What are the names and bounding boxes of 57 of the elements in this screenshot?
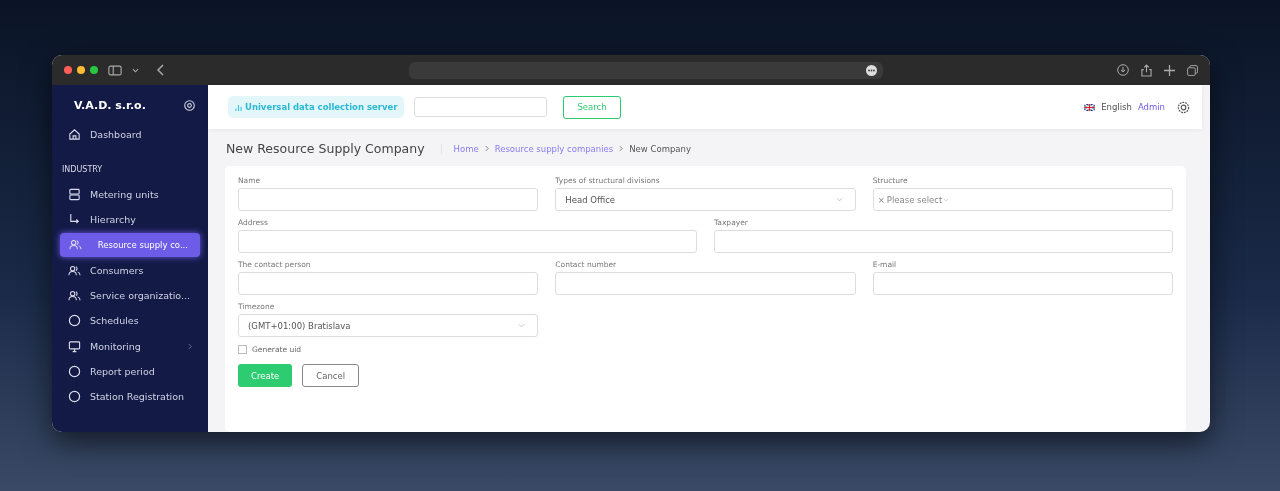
select-field[interactable]: (GMT+01:00) Bratislava	[238, 314, 539, 337]
target-icon[interactable]	[184, 100, 195, 111]
checkbox[interactable]	[238, 345, 247, 354]
users-icon	[68, 263, 81, 277]
sidebar-item[interactable]: Service organizatio...	[60, 283, 200, 308]
sidebar-item[interactable]: Metering units	[60, 182, 200, 207]
cancel-button[interactable]: Cancel	[302, 364, 360, 387]
server-badge: Universal data collection server	[228, 96, 405, 118]
input-field[interactable]	[238, 188, 539, 211]
chevron-down-icon	[835, 197, 843, 202]
server-icon	[68, 187, 81, 201]
tabs-icon[interactable]	[1187, 64, 1198, 76]
input-field[interactable]	[714, 230, 1173, 253]
users-icon	[68, 289, 81, 302]
back-icon[interactable]	[157, 64, 165, 76]
circle-icon	[68, 314, 81, 328]
sidebar-item[interactable]: Dashboard	[60, 122, 200, 146]
input-field[interactable]	[872, 272, 1173, 295]
sidebar-item[interactable]: Consumers	[60, 258, 200, 283]
sidebar-toggle-icon[interactable]	[108, 64, 122, 76]
chevron-down-icon	[518, 323, 526, 328]
bar-chart-icon	[235, 103, 242, 111]
search-field[interactable]	[414, 97, 548, 117]
chevron-down-icon[interactable]	[132, 67, 139, 73]
sidebar-item[interactable]: Station Registration	[60, 384, 200, 409]
section-heading: INDUSTRY	[61, 164, 104, 177]
users-icon	[69, 238, 82, 252]
circle-icon	[68, 390, 81, 404]
select-field[interactable]: Head Office	[555, 188, 856, 211]
input-field[interactable]	[238, 230, 697, 253]
language-selector[interactable]: English	[1101, 102, 1132, 112]
more-icon[interactable]	[866, 64, 877, 76]
sidebar-item[interactable]: Monitoring	[60, 334, 200, 359]
input-field[interactable]	[555, 272, 856, 295]
sidebar-item[interactable]: Schedules	[60, 308, 200, 333]
window-controls-icon[interactable]	[64, 66, 98, 74]
breadcrumb-item: New Company	[629, 143, 691, 154]
clear-mark[interactable]: ×	[877, 194, 885, 205]
settings-icon[interactable]	[1177, 100, 1190, 114]
user-link[interactable]: Admin	[1137, 102, 1165, 112]
sidebar-item[interactable]: Hierarchy	[60, 207, 200, 232]
circle-icon	[68, 364, 81, 378]
flag-icon	[1084, 103, 1096, 111]
brand-name: V.A.D. s.r.o.	[74, 99, 146, 112]
sidebar-item[interactable]: Report period	[60, 359, 200, 384]
chevron-right-icon	[619, 145, 624, 152]
input-field[interactable]	[238, 272, 539, 295]
sidebar-item[interactable]: Resource supply co...	[60, 232, 200, 257]
chevron-right-icon	[484, 145, 489, 152]
page-title: New Resource Supply Company	[226, 141, 425, 156]
share-icon[interactable]	[1141, 63, 1152, 77]
home-icon	[68, 127, 81, 141]
monitor-icon	[68, 339, 81, 353]
download-icon[interactable]	[1117, 64, 1129, 76]
select-field[interactable]: × Please select	[872, 188, 1173, 211]
plus-icon[interactable]	[1164, 64, 1175, 76]
chevron-down-icon	[943, 197, 950, 202]
